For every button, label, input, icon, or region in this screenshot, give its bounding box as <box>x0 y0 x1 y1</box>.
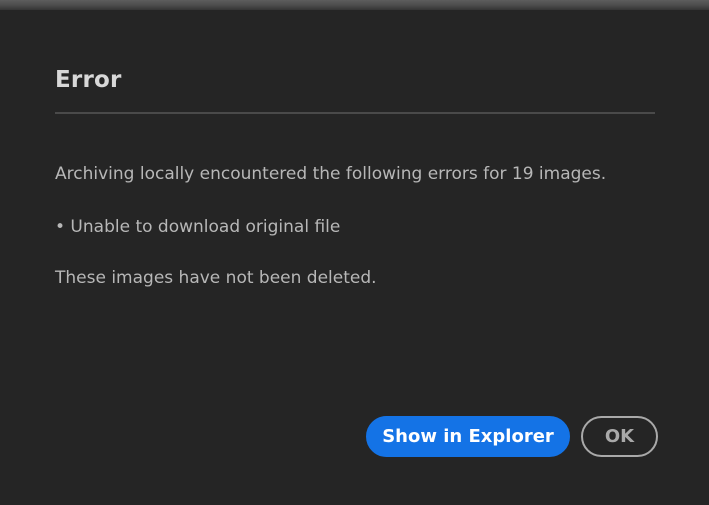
dialog-title: Error <box>55 67 122 93</box>
error-summary-text: Archiving locally encountered the follow… <box>55 164 607 184</box>
ok-button[interactable]: OK <box>581 416 658 457</box>
show-in-explorer-button[interactable]: Show in Explorer <box>366 416 570 457</box>
not-deleted-note: These images have not been deleted. <box>55 268 377 288</box>
error-reason-bullet: • Unable to download original file <box>55 217 341 237</box>
title-divider <box>55 112 655 114</box>
